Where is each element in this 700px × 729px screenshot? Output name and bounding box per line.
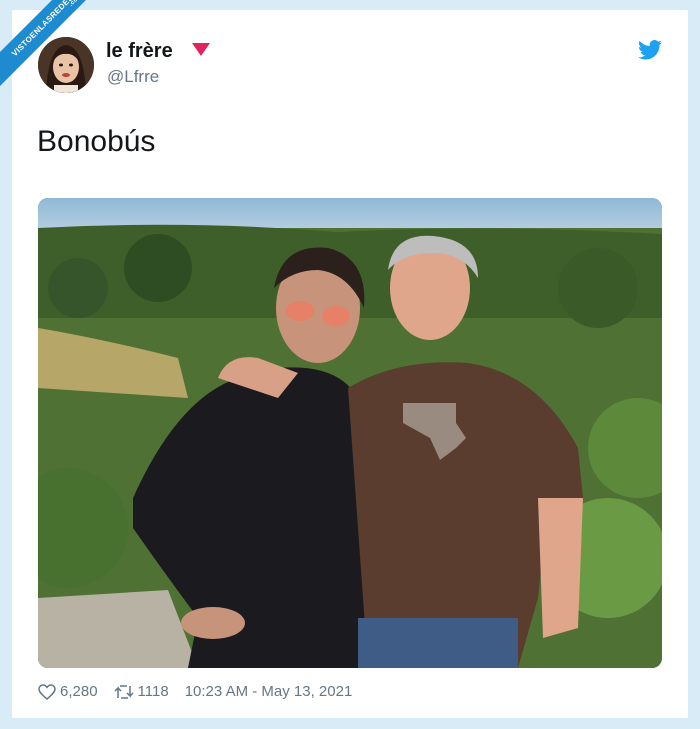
tweet-stats: 6,280 1118 10:23 AM - May 13, 2021 [38,683,352,700]
tweet-timestamp[interactable]: 10:23 AM - May 13, 2021 [185,683,353,700]
like-count: 6,280 [60,683,98,700]
retweet-icon[interactable] [114,684,134,700]
user-handle[interactable]: @Lfrre [107,67,159,87]
heart-icon[interactable] [38,683,56,700]
watermark-sub: .com [68,0,84,8]
retweet-count: 1118 [137,683,169,700]
display-name[interactable]: le frère [106,40,173,63]
tweet-text: Bonobús [37,125,156,158]
triangle-icon [192,43,210,56]
twitter-bird-icon[interactable] [638,40,662,60]
avatar[interactable] [38,37,94,93]
tweet-photo[interactable] [38,198,662,668]
